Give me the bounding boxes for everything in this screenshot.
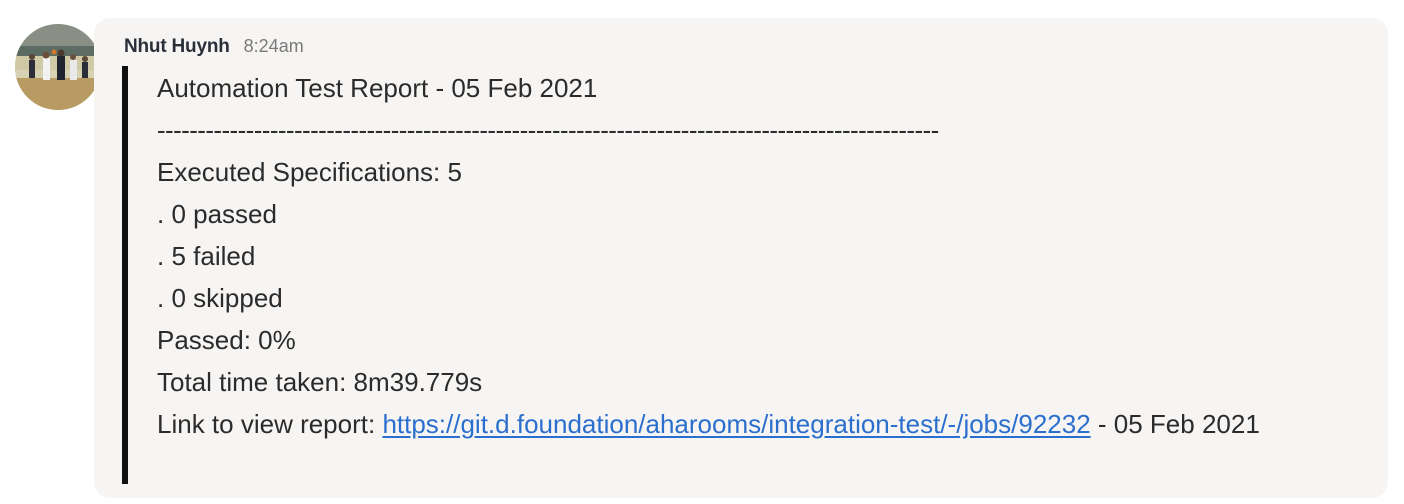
skipped-count: . 0 skipped <box>157 283 283 313</box>
report-link-line: Link to view report: https://git.d.found… <box>157 403 1347 445</box>
link-suffix: - 05 Feb 2021 <box>1090 409 1260 439</box>
avatar[interactable] <box>15 24 101 110</box>
avatar-image <box>15 24 101 110</box>
total-time: Total time taken: 8m39.779s <box>157 367 483 397</box>
report-title: Automation Test Report - 05 Feb 2021 <box>157 73 598 103</box>
passed-count: . 0 passed <box>157 199 277 229</box>
passed-percent: Passed: 0% <box>157 325 296 355</box>
message-timestamp[interactable]: 8:24am <box>244 36 304 57</box>
executed-specifications: Executed Specifications: 5 <box>157 157 462 187</box>
report-link[interactable]: https://git.d.foundation/aharooms/integr… <box>382 409 1090 439</box>
link-prefix: Link to view report: <box>157 409 383 439</box>
author-name[interactable]: Nhut Huynh <box>124 36 230 58</box>
failed-count: . 5 failed <box>157 241 256 271</box>
quote-bar <box>122 66 128 484</box>
message-content: Automation Test Report - 05 Feb 2021 ---… <box>157 67 1357 445</box>
message-header: Nhut Huynh 8:24am <box>124 36 304 62</box>
separator-line: ----------------------------------------… <box>157 115 939 145</box>
